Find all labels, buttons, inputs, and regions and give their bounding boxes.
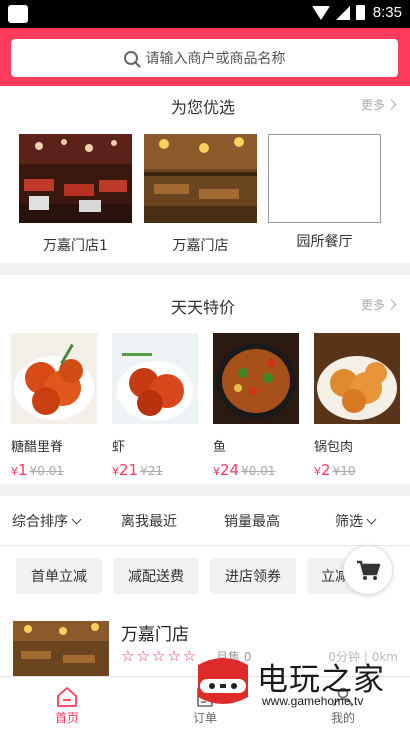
deal-card[interactable]: 虾 ¥21 ¥21 <box>112 333 198 479</box>
currency-symbol: ¥ <box>112 465 119 478</box>
sort-label: 综合排序 <box>12 514 68 530</box>
original-value: 10 <box>340 464 356 478</box>
currency-symbol: ¥ <box>140 464 148 478</box>
shop-photo <box>19 134 132 223</box>
deal-name: 虾 <box>112 440 126 455</box>
tag-label: 首单立减 <box>31 569 87 585</box>
currency-symbol: ¥ <box>241 464 249 478</box>
sort-bar: 综合排序 离我最近 销量最高 筛选 <box>0 496 410 546</box>
currency-symbol: ¥ <box>213 465 220 478</box>
watermark: 电玩之家 www.gamehome.tv <box>190 653 405 715</box>
deal-name: 糖醋里脊 <box>11 440 64 455</box>
search-icon <box>123 51 138 65</box>
deal-photo <box>314 333 400 424</box>
deal-original-price: ¥21 <box>140 464 163 478</box>
store-thumbnail <box>13 621 109 676</box>
deal-card[interactable]: 鱼 ¥24 ¥0.01 <box>213 333 299 479</box>
more-label: 更多 <box>361 98 386 112</box>
tab-label: 首页 <box>54 711 79 725</box>
currency-symbol: ¥ <box>314 465 321 478</box>
chevron-right-icon <box>386 99 397 110</box>
shop-card[interactable]: 万嘉门店1 <box>19 134 132 255</box>
shop-photo-placeholder <box>268 134 381 223</box>
shop-name: 园所餐厅 <box>296 234 353 250</box>
store-name: 万嘉门店 <box>121 625 189 645</box>
deal-photo <box>112 333 198 424</box>
tag-store-coupon[interactable]: 进店领券 <box>210 558 296 594</box>
tag-first-order-discount[interactable]: 首单立减 <box>16 558 102 594</box>
deal-original-price: ¥10 <box>333 464 356 478</box>
recommended-more-link[interactable]: 更多 <box>361 96 397 113</box>
deal-original-price: ¥0.01 <box>241 464 275 478</box>
deal-prices: ¥24 ¥0.01 <box>213 461 299 479</box>
tag-label: 减配送费 <box>128 569 184 585</box>
deal-prices: ¥1 ¥0.01 <box>11 461 97 479</box>
cart-icon <box>357 560 381 580</box>
watermark-name: 电玩之家 <box>257 662 385 698</box>
clock: 8:35 <box>372 4 402 21</box>
currency-symbol: ¥ <box>11 465 18 478</box>
deal-card[interactable]: 糖醋里脊 ¥1 ¥0.01 <box>11 333 97 479</box>
status-bar: 8:35 <box>0 0 410 28</box>
home-icon <box>32 683 102 707</box>
chevron-down-icon <box>366 514 377 524</box>
sort-comprehensive[interactable]: 综合排序 <box>12 511 82 531</box>
deals-title: 天天特价 <box>171 298 236 317</box>
deal-name: 锅包肉 <box>314 440 354 455</box>
shop-name: 万嘉门店 <box>172 238 229 254</box>
price-value: 24 <box>220 461 240 479</box>
notification-icon <box>8 5 28 23</box>
recommended-title: 为您优选 <box>171 98 236 117</box>
battery-icon <box>355 5 365 20</box>
price-value: 2 <box>321 461 331 479</box>
search-placeholder: 请输入商户或商品名称 <box>145 51 286 67</box>
rating-stars: ☆☆☆☆☆ <box>121 647 199 665</box>
sort-best-selling[interactable]: 销量最高 <box>224 511 280 531</box>
deal-name: 鱼 <box>213 440 227 455</box>
watermark-url: www.gamehome.tv <box>262 694 364 708</box>
deal-original-price: ¥0.01 <box>30 464 64 478</box>
filter-button[interactable]: 筛选 <box>335 511 377 531</box>
tab-home[interactable]: 首页 <box>32 683 102 726</box>
shop-photo <box>144 134 257 223</box>
filter-label: 筛选 <box>335 514 363 530</box>
sort-label: 销量最高 <box>224 514 280 530</box>
tag-delivery-discount[interactable]: 减配送费 <box>113 558 199 594</box>
shop-name: 万嘉门店1 <box>43 238 108 254</box>
header: 请输入商户或商品名称 <box>0 28 410 86</box>
original-value: 0.01 <box>37 464 64 478</box>
tag-label: 进店领券 <box>225 569 281 585</box>
search-input[interactable]: 请输入商户或商品名称 <box>11 39 398 77</box>
wifi-icon <box>311 5 330 20</box>
deal-prices: ¥2 ¥10 <box>314 461 400 479</box>
price-value: 21 <box>119 461 139 479</box>
shop-card[interactable]: 万嘉门店 <box>144 134 257 255</box>
deals-more-link[interactable]: 更多 <box>361 296 397 313</box>
deal-price: ¥1 <box>11 461 28 479</box>
original-value: 0.01 <box>248 464 276 478</box>
watermark-logo <box>198 658 248 704</box>
signal-icon <box>335 5 350 20</box>
section-divider <box>0 484 410 496</box>
deal-price: ¥2 <box>314 461 331 479</box>
more-label: 更多 <box>361 298 386 312</box>
original-value: 21 <box>147 464 164 478</box>
deal-photo <box>11 333 97 424</box>
section-divider <box>0 263 410 275</box>
sort-label: 离我最近 <box>121 514 177 530</box>
price-value: 1 <box>18 461 28 479</box>
shop-card[interactable]: 园所餐厅 <box>268 134 381 251</box>
deal-card[interactable]: 锅包肉 ¥2 ¥10 <box>314 333 400 479</box>
sort-nearest[interactable]: 离我最近 <box>121 511 177 531</box>
chevron-right-icon <box>386 299 397 310</box>
cart-button[interactable] <box>343 545 393 595</box>
deal-price: ¥24 <box>213 461 239 479</box>
deal-prices: ¥21 ¥21 <box>112 461 198 479</box>
chevron-down-icon <box>71 514 82 524</box>
deal-price: ¥21 <box>112 461 138 479</box>
deal-photo <box>213 333 299 424</box>
